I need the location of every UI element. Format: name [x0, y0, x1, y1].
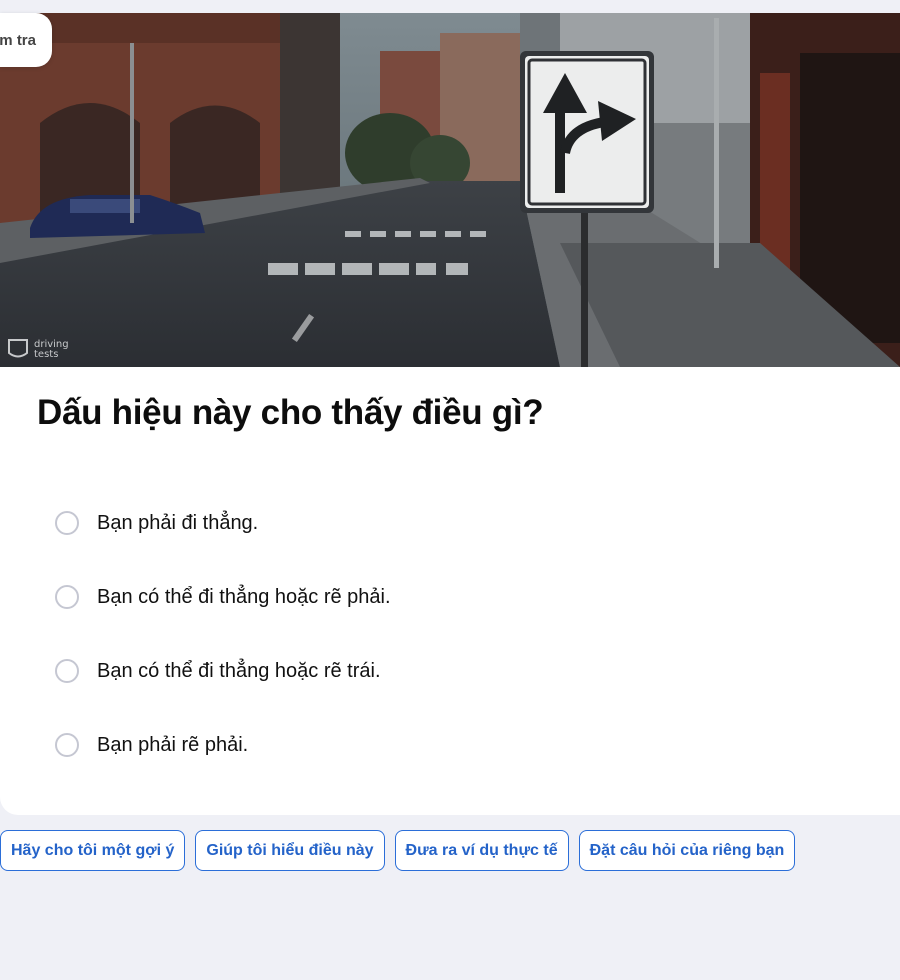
answer-option[interactable]: Bạn phải đi thẳng. — [55, 506, 391, 540]
answer-label: Bạn phải đi thẳng. — [97, 511, 259, 534]
test-tab-label: Kiểm tra — [0, 31, 36, 49]
answer-label: Bạn có thể đi thẳng hoặc rẽ trái. — [97, 659, 381, 682]
explain-button[interactable]: Giúp tôi hiểu điều này — [195, 830, 385, 871]
watermark-line-2: tests — [34, 349, 58, 360]
radio-button[interactable] — [55, 585, 79, 609]
test-tab[interactable]: Kiểm tra — [0, 13, 52, 67]
road-sign-straight-or-right — [520, 51, 654, 213]
real-example-button[interactable]: Đưa ra ví dụ thực tế — [394, 830, 569, 871]
answer-label: Bạn có thể đi thẳng hoặc rẽ phải. — [97, 585, 391, 608]
radio-button[interactable] — [55, 659, 79, 683]
answer-option[interactable]: Bạn có thể đi thẳng hoặc rẽ trái. — [55, 654, 391, 688]
suggestion-chips: Hãy cho tôi một gợi ý Giúp tôi hiểu điều… — [0, 830, 796, 871]
answer-label: Bạn phải rẽ phải. — [97, 733, 249, 756]
answer-option[interactable]: Bạn phải rẽ phải. — [55, 728, 391, 762]
answer-options: Bạn phải đi thẳng. Bạn có thể đi thẳng h… — [55, 506, 391, 802]
radio-button[interactable] — [55, 511, 79, 535]
question-image: driving tests — [0, 13, 900, 367]
question-title: Dấu hiệu này cho thấy điều gì? — [37, 393, 544, 432]
ask-own-question-button[interactable]: Đặt câu hỏi của riêng bạn — [578, 830, 796, 871]
street-scene-illustration: driving tests — [0, 13, 900, 367]
radio-button[interactable] — [55, 733, 79, 757]
hint-button[interactable]: Hãy cho tôi một gợi ý — [0, 830, 186, 871]
answer-option[interactable]: Bạn có thể đi thẳng hoặc rẽ phải. — [55, 580, 391, 614]
